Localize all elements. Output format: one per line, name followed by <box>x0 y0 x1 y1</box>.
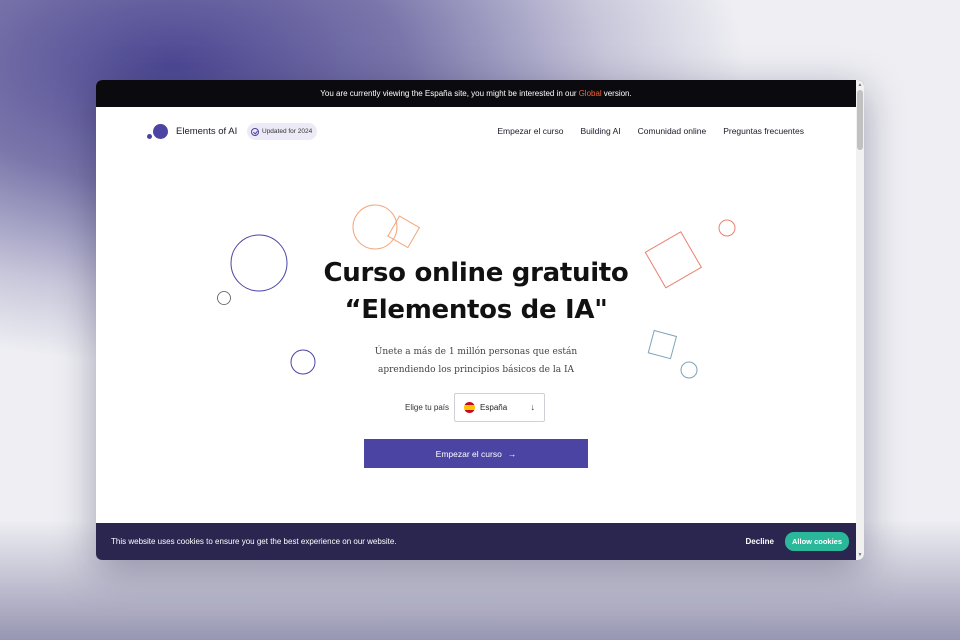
updated-badge: Updated for 2024 <box>247 123 318 140</box>
square-shape <box>387 215 421 249</box>
region-banner: You are currently viewing the España sit… <box>96 80 864 107</box>
hero-title-line1: Curso online gratuito <box>323 258 629 288</box>
nav-preguntas-frecuentes[interactable]: Preguntas frecuentes <box>723 126 804 136</box>
browser-window: You are currently viewing the España sit… <box>96 80 864 560</box>
country-dropdown[interactable]: España ↓ <box>454 393 546 422</box>
nav-building-ai[interactable]: Building AI <box>580 126 620 136</box>
allow-cookies-button[interactable]: Allow cookies <box>784 532 849 551</box>
main-nav: Empezar el curso Building AI Comunidad o… <box>497 126 804 136</box>
spain-flag-icon <box>464 402 476 413</box>
vertical-scrollbar[interactable]: ▲ ▼ <box>856 80 864 560</box>
nav-empezar-curso[interactable]: Empezar el curso <box>497 126 563 136</box>
scroll-down-icon[interactable]: ▼ <box>857 552 863 558</box>
hero-title-line2: “Elementos de IA" <box>344 295 608 325</box>
cookie-text: This website uses cookies to ensure you … <box>111 537 397 546</box>
check-icon <box>251 127 259 136</box>
banner-text-end: version. <box>603 89 632 98</box>
arrow-down-icon: ↓ <box>530 402 536 412</box>
hero-subtitle: Únete a más de 1 millón personas que est… <box>96 343 856 379</box>
cookie-banner: This website uses cookies to ensure you … <box>96 523 864 560</box>
logo-icon[interactable] <box>147 124 169 140</box>
circle-shape <box>718 219 736 237</box>
banner-text: You are currently viewing the España sit… <box>320 89 577 98</box>
decline-cookies-button[interactable]: Decline <box>746 537 774 546</box>
banner-global-link[interactable]: Global <box>579 89 602 98</box>
circle-shape <box>352 204 398 250</box>
arrow-right-icon: → <box>507 448 517 459</box>
subtitle-line1: Únete a más de 1 millón personas que est… <box>374 347 578 357</box>
start-course-label: Empezar el curso <box>435 448 502 459</box>
hero-title: Curso online gratuito “Elementos de IA" <box>96 255 856 329</box>
brand-name[interactable]: Elements of AI <box>176 126 237 137</box>
country-label: Elige tu país <box>405 403 450 412</box>
country-selector-row: Elige tu país España ↓ <box>405 393 546 422</box>
nav-comunidad-online[interactable]: Comunidad online <box>638 126 707 136</box>
scroll-up-icon[interactable]: ▲ <box>857 82 863 88</box>
country-selected: España <box>480 403 508 412</box>
site-header: Elements of AI Updated for 2024 Empezar … <box>96 107 856 157</box>
badge-label: Updated for 2024 <box>262 128 313 135</box>
subtitle-line2: aprendiendo los principios básicos de la… <box>378 365 574 375</box>
scrollbar-thumb[interactable] <box>857 90 863 150</box>
start-course-button[interactable]: Empezar el curso → <box>364 439 588 468</box>
